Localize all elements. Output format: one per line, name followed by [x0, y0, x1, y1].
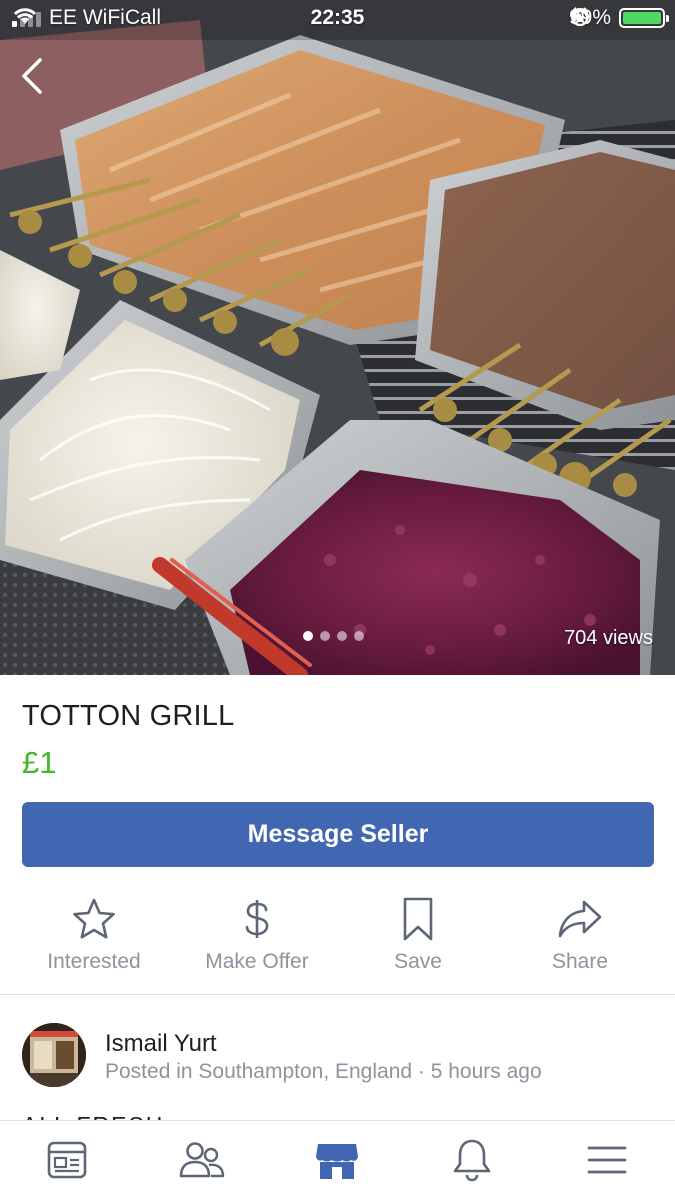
seller-avatar[interactable] [22, 1023, 86, 1087]
charging-bolt-icon [569, 7, 580, 25]
dollar-icon [245, 900, 269, 938]
interested-label: Interested [47, 950, 141, 973]
listing-actions: Interested Make Offer Save Share [0, 895, 675, 990]
bottom-tab-bar [0, 1120, 675, 1200]
listing-photo[interactable]: EE WiFiCall 22:35 99% 704 views [0, 0, 675, 675]
seller-name[interactable]: Ismail Yurt [105, 1030, 217, 1058]
share-arrow-icon [558, 900, 602, 938]
friends-icon [179, 1142, 225, 1178]
tab-notifications[interactable] [442, 1135, 502, 1185]
listing-price: £1 [22, 745, 57, 780]
share-label: Share [551, 950, 609, 973]
bell-icon [453, 1139, 491, 1182]
share-button[interactable]: Share [500, 895, 660, 974]
status-bar: EE WiFiCall 22:35 99% [0, 0, 675, 38]
hamburger-menu-icon [587, 1146, 627, 1174]
photo-pagination-dots[interactable] [303, 631, 364, 641]
tab-menu[interactable] [577, 1135, 637, 1185]
seller-avatar-image [22, 1023, 86, 1087]
interested-button[interactable]: Interested [14, 895, 174, 974]
listing-title: TOTTON GRILL [22, 700, 235, 732]
chevron-left-icon [22, 58, 42, 94]
save-label: Save [394, 950, 442, 973]
message-seller-label: Message Seller [247, 820, 429, 848]
pagination-dot[interactable] [337, 631, 347, 641]
make-offer-label: Make Offer [205, 950, 309, 973]
marketplace-listing-screen: EE WiFiCall 22:35 99% 704 views TOTTON G… [0, 0, 675, 1200]
news-feed-icon [47, 1141, 87, 1179]
section-divider [0, 994, 675, 995]
star-icon [73, 898, 115, 939]
marketplace-icon [316, 1144, 358, 1179]
listing-photo-illustration [0, 0, 675, 675]
view-count: 704 views [564, 627, 653, 649]
message-seller-button[interactable]: Message Seller [22, 802, 654, 867]
tab-friends[interactable] [172, 1135, 232, 1185]
seller-post-meta: Posted in Southampton, England · 5 hours… [105, 1060, 542, 1083]
pagination-dot[interactable] [320, 631, 330, 641]
battery-fill [623, 12, 661, 24]
pagination-dot[interactable] [354, 631, 364, 641]
back-button[interactable] [18, 56, 48, 96]
tab-marketplace[interactable] [307, 1135, 367, 1185]
status-bar-right: 99% [569, 6, 669, 30]
battery-icon [619, 8, 669, 28]
save-button[interactable]: Save [338, 895, 498, 974]
pagination-dot[interactable] [303, 631, 313, 641]
bookmark-icon [403, 897, 433, 941]
make-offer-button[interactable]: Make Offer [177, 895, 337, 974]
tab-news-feed[interactable] [37, 1135, 97, 1185]
